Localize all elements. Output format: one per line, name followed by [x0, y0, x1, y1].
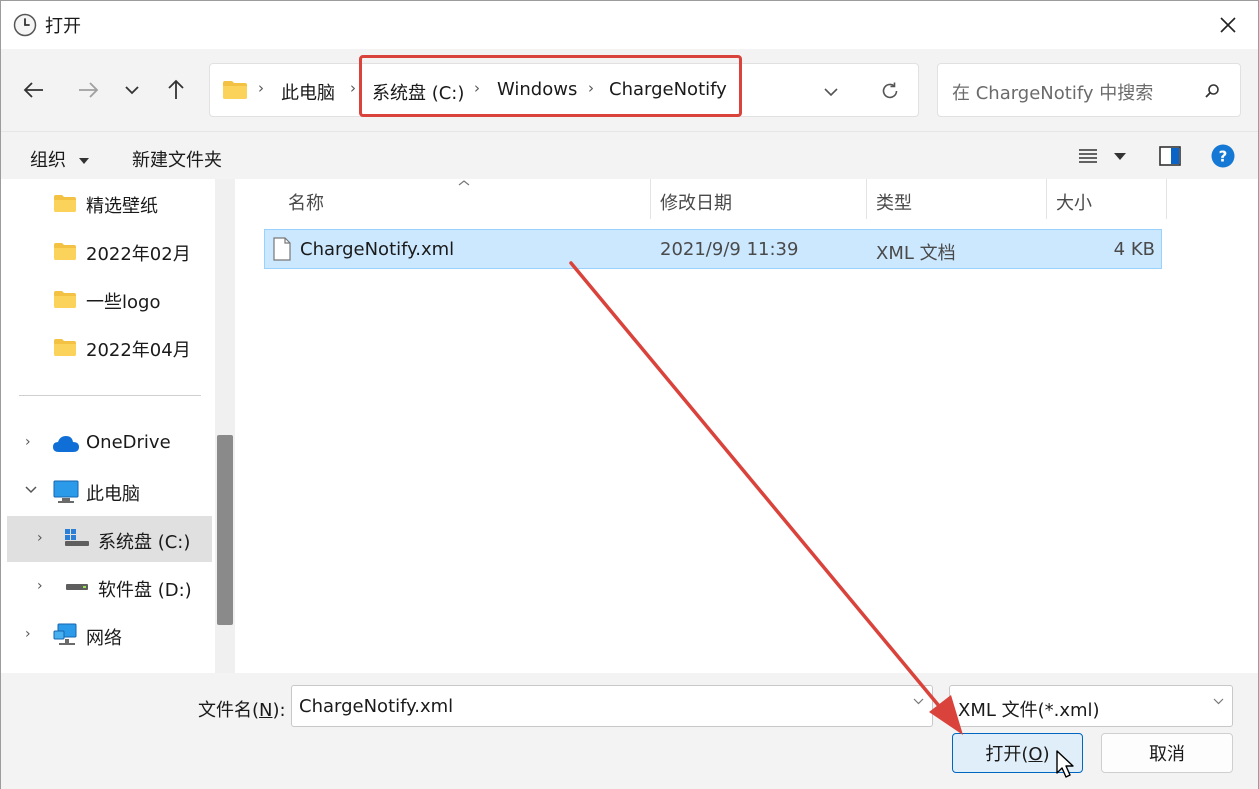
file-list: 名称 修改日期 类型 大小 ChargeNotify.xml 2021/9/9 … [237, 179, 1258, 673]
svg-text:?: ? [1219, 148, 1228, 166]
column-divider[interactable] [650, 179, 651, 219]
file-row[interactable]: ChargeNotify.xml 2021/9/9 11:39 XML 文档 4… [264, 229, 1162, 269]
filetype-select[interactable]: XML 文件(*.xml) [949, 685, 1233, 727]
filename-label: 文件名(N): [198, 700, 286, 721]
mouse-cursor-icon [1056, 750, 1074, 778]
nav-item-quick-folder[interactable]: 2022年04月 [1, 325, 207, 369]
nav-item-label: 软件盘 (D:) [98, 580, 192, 601]
nav-item-label: OneDrive [86, 432, 171, 453]
chevron-right-icon[interactable]: › [37, 530, 43, 546]
nav-item-label: 精选壁纸 [86, 196, 158, 217]
command-toolbar: 组织 新建文件夹 ? [1, 131, 1258, 179]
chevron-right-icon[interactable]: › [25, 626, 31, 642]
view-list-icon[interactable] [1078, 148, 1098, 164]
preview-pane-icon[interactable] [1159, 146, 1181, 166]
clock-icon [13, 13, 37, 37]
crumb-this-pc[interactable]: 此电脑 [281, 79, 335, 105]
nav-item-drive-d[interactable]: › 软件盘 (D:) [1, 565, 207, 609]
nav-divider [19, 395, 201, 396]
search-input[interactable]: 在 ChargeNotify 中搜索 [952, 79, 1153, 105]
open-file-dialog: 打开 › 此电脑 › 系统盘 (C:) › Windows › ChargeNo… [0, 0, 1259, 789]
path-highlight-annotation [359, 55, 742, 117]
nav-item-onedrive[interactable]: › OneDrive [1, 421, 207, 465]
network-icon [53, 623, 77, 645]
nav-item-quick-folder[interactable]: 精选壁纸 [1, 181, 207, 225]
nav-item-drive-c[interactable]: › 系统盘 (C:) [1, 517, 207, 561]
monitor-icon [53, 480, 79, 503]
column-divider[interactable] [1046, 179, 1047, 219]
nav-item-this-pc[interactable]: 此电脑 [1, 469, 207, 513]
crumb-separator: › [350, 79, 356, 97]
file-type: XML 文档 [876, 243, 956, 264]
nav-item-label: 一些logo [86, 292, 161, 313]
chevron-down-icon[interactable] [25, 486, 37, 494]
drive-icon [66, 584, 88, 590]
chevron-right-icon[interactable]: › [37, 578, 43, 594]
recent-locations-button[interactable] [115, 73, 149, 107]
file-name: ChargeNotify.xml [300, 239, 455, 260]
chevron-down-icon[interactable] [824, 87, 838, 97]
help-icon[interactable]: ? [1211, 144, 1235, 168]
column-header-name[interactable]: 名称 [288, 189, 324, 215]
nav-item-label: 2022年02月 [86, 244, 191, 265]
nav-item-label: 此电脑 [86, 484, 140, 505]
chevron-down-icon [1213, 698, 1224, 705]
chevron-down-icon [125, 86, 139, 95]
crumb-separator: › [258, 79, 264, 97]
nav-item-quick-folder[interactable]: 2022年02月 [1, 229, 207, 273]
forward-button[interactable] [71, 73, 105, 107]
new-folder-button[interactable]: 新建文件夹 [132, 146, 222, 172]
refresh-icon[interactable] [880, 81, 900, 101]
arrow-right-icon [79, 82, 99, 98]
column-divider[interactable] [866, 179, 867, 219]
organize-label: 组织 [30, 150, 66, 171]
system-drive-icon [65, 529, 89, 546]
search-icon [1205, 84, 1219, 98]
back-button[interactable] [17, 73, 51, 107]
title-bar: 打开 [1, 1, 1258, 49]
column-header-type[interactable]: 类型 [876, 189, 912, 215]
folder-icon [54, 291, 76, 308]
arrow-up-icon [168, 79, 184, 99]
filename-value: ChargeNotify.xml [299, 696, 454, 717]
navigation-pane: 精选壁纸 2022年02月 一些logo 2022年04月 › OneDrive [1, 179, 237, 673]
folder-icon [54, 195, 76, 212]
nav-item-label: 系统盘 (C:) [98, 532, 191, 553]
nav-item-network[interactable]: › 网络 [1, 613, 207, 657]
window-title: 打开 [45, 16, 81, 37]
filetype-value: XML 文件(*.xml) [958, 700, 1100, 721]
organize-button[interactable]: 组织 [30, 146, 90, 172]
column-divider[interactable] [1166, 179, 1167, 219]
up-button[interactable] [159, 73, 193, 107]
column-header-modified[interactable]: 修改日期 [660, 189, 732, 215]
nav-item-quick-folder[interactable]: 一些logo [1, 277, 207, 321]
column-header-size[interactable]: 大小 [1056, 189, 1092, 215]
cancel-button[interactable]: 取消 [1101, 733, 1233, 773]
arrow-left-icon [23, 82, 43, 98]
open-button-label: 打开(O) [985, 744, 1050, 765]
filename-input[interactable]: ChargeNotify.xml [291, 685, 933, 727]
close-button[interactable] [1198, 1, 1258, 49]
search-box[interactable]: 在 ChargeNotify 中搜索 [937, 63, 1241, 117]
close-icon [1220, 17, 1236, 33]
folder-icon [223, 81, 247, 99]
folder-icon [54, 339, 76, 356]
caret-down-icon [78, 158, 89, 164]
file-modified: 2021/9/9 11:39 [660, 239, 799, 260]
file-size: 4 KB [1113, 239, 1155, 260]
chevron-down-icon[interactable] [913, 698, 924, 705]
folder-icon [54, 243, 76, 260]
nav-item-label: 网络 [86, 628, 122, 649]
nav-scrollbar-thumb[interactable] [217, 435, 233, 625]
cloud-icon [53, 436, 79, 452]
sort-ascending-icon [458, 180, 470, 186]
nav-item-label: 2022年04月 [86, 340, 191, 361]
document-icon [273, 237, 291, 261]
view-options-caret-icon[interactable] [1113, 152, 1127, 161]
chevron-right-icon[interactable]: › [25, 434, 31, 450]
